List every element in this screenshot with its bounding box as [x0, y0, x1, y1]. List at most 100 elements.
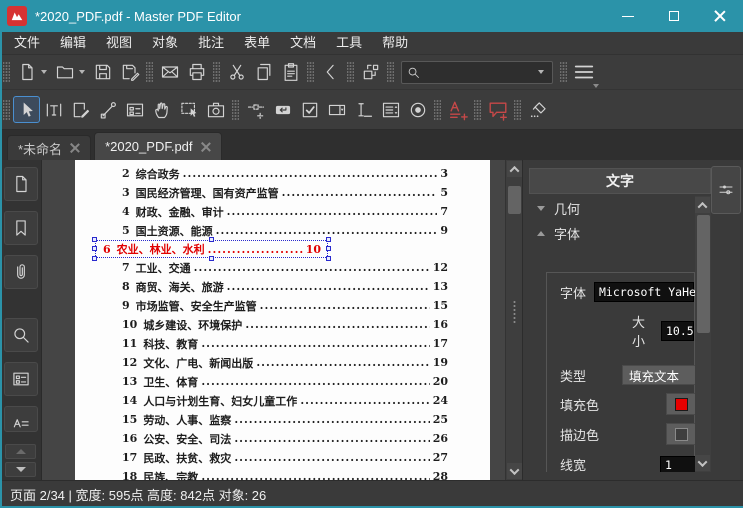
add-link-tool-button[interactable]: [242, 96, 269, 123]
open-document-dropdown-icon[interactable]: [79, 70, 85, 74]
tab-untitled[interactable]: *未命名: [7, 135, 92, 160]
toolbar-grip[interactable]: [347, 61, 354, 83]
toolbar-grip[interactable]: [307, 61, 314, 83]
toc-row[interactable]: 10 城乡建设、环境保护 16: [75, 315, 490, 334]
text-annotation-tool-button[interactable]: [444, 96, 471, 123]
font-name-field[interactable]: Microsoft YaHei: [594, 282, 695, 302]
toc-row[interactable]: 11 科技、教育 17: [75, 334, 490, 353]
checkbox-tool-button[interactable]: [296, 96, 323, 123]
menu-item[interactable]: 视图: [96, 32, 142, 54]
snapshot-tool-button[interactable]: [202, 96, 229, 123]
maximize-button[interactable]: [651, 0, 697, 32]
toc-row[interactable]: 12 文化、广电、新闻出版 19: [75, 353, 490, 372]
tab-close-icon[interactable]: [70, 143, 80, 153]
paste-button[interactable]: [277, 59, 304, 86]
panel-scrollbar[interactable]: [695, 196, 711, 472]
menu-item[interactable]: 文件: [4, 32, 50, 54]
edit-image-tool-button[interactable]: [67, 96, 94, 123]
menu-item[interactable]: 文档: [280, 32, 326, 54]
selection-handle[interactable]: [92, 237, 97, 242]
type-dropdown[interactable]: 填充文本: [622, 365, 695, 385]
save-as-button[interactable]: [116, 59, 143, 86]
eraser-tool-button[interactable]: [524, 96, 551, 123]
menu-item[interactable]: 帮助: [372, 32, 418, 54]
toc-row[interactable]: 17 民政、扶贫、救灾 27: [75, 448, 490, 467]
selection-handle[interactable]: [326, 256, 331, 261]
print-button[interactable]: [183, 59, 210, 86]
fill-color-swatch[interactable]: [666, 393, 695, 415]
exchange-pages-button[interactable]: [357, 59, 384, 86]
open-document-button[interactable]: [51, 59, 78, 86]
toc-row[interactable]: 15 劳动、人事、监察 25: [75, 410, 490, 429]
toolbar-grip[interactable]: [474, 98, 481, 121]
toc-row[interactable]: 5 国土资源、能源 9: [75, 221, 490, 240]
copy-button[interactable]: [250, 59, 277, 86]
toc-row[interactable]: 7 工业、交通 12: [75, 258, 490, 277]
hand-tool-button[interactable]: [148, 96, 175, 123]
panel-scrollbar-thumb[interactable]: [696, 215, 710, 333]
minimize-button[interactable]: [605, 0, 651, 32]
toc-row[interactable]: 4 财政、金融、审计 7: [75, 202, 490, 221]
selection-handle[interactable]: [92, 246, 97, 251]
scrollbar-up-button[interactable]: [507, 161, 522, 177]
toolbar-grip[interactable]: [434, 98, 441, 121]
line-width-field[interactable]: 1: [660, 455, 695, 472]
close-button[interactable]: [697, 0, 743, 32]
new-document-dropdown-icon[interactable]: [41, 70, 47, 74]
toolbar-grip[interactable]: [514, 98, 521, 121]
selection-handle[interactable]: [326, 246, 331, 251]
section-font[interactable]: 字体: [529, 221, 695, 246]
toc-row[interactable]: 6 农业、林业、水利 10: [92, 237, 331, 261]
panel-scroll-up-button[interactable]: [695, 197, 710, 213]
push-button-tool-button[interactable]: [269, 96, 296, 123]
scrollbar-thumb[interactable]: [508, 186, 521, 214]
toolbar-grip[interactable]: [232, 98, 239, 121]
tab-close-icon[interactable]: [201, 142, 211, 152]
combobox-tool-button[interactable]: [323, 96, 350, 123]
sidebar-scroll-down-button[interactable]: [5, 462, 36, 477]
main-menu-button[interactable]: [570, 59, 599, 88]
cut-button[interactable]: [223, 59, 250, 86]
selection-handle[interactable]: [326, 237, 331, 242]
panel-scroll-down-button[interactable]: [695, 455, 710, 471]
toc-row[interactable]: 14 人口与计划生育、妇女儿童工作 24: [75, 391, 490, 410]
scrollbar-down-button[interactable]: [507, 463, 522, 479]
font-size-field[interactable]: 10.5: [661, 321, 694, 341]
form-fields-button[interactable]: [4, 362, 38, 396]
menu-item[interactable]: 对象: [142, 32, 188, 54]
panel-settings-tab[interactable]: [711, 166, 741, 214]
document-view[interactable]: 2 综合政务 3: [43, 160, 505, 480]
stroke-color-swatch[interactable]: [666, 423, 695, 445]
search-input[interactable]: [421, 65, 537, 79]
menu-item[interactable]: 工具: [326, 32, 372, 54]
edit-text-tool-button[interactable]: [40, 96, 67, 123]
sidebar-scroll-up-button[interactable]: [5, 444, 36, 459]
send-mail-button[interactable]: [156, 59, 183, 86]
toc-row[interactable]: 3 国民经济管理、国有资产监管 5: [75, 183, 490, 202]
selection-handle[interactable]: [92, 256, 97, 261]
text-field-tool-button[interactable]: [350, 96, 377, 123]
menu-item[interactable]: 批注: [188, 32, 234, 54]
radio-button-tool-button[interactable]: [404, 96, 431, 123]
toc-row[interactable]: 18 民族、宗教 28: [75, 467, 490, 480]
tab-2020-pdf[interactable]: *2020_PDF.pdf: [94, 132, 222, 160]
toolbar-grip[interactable]: [3, 61, 10, 83]
save-button[interactable]: [89, 59, 116, 86]
search-panel-button[interactable]: [4, 318, 38, 352]
attachments-button[interactable]: [4, 255, 38, 289]
edit-form-tool-button[interactable]: [121, 96, 148, 123]
selection-handle[interactable]: [208, 256, 214, 261]
menu-item[interactable]: 表单: [234, 32, 280, 54]
toc-row[interactable]: 2 综合政务 3: [75, 164, 490, 183]
back-button[interactable]: [317, 59, 344, 86]
selection-handle[interactable]: [208, 237, 214, 242]
toolbar-grip[interactable]: [146, 61, 153, 83]
toolbar-grip[interactable]: [560, 61, 567, 83]
section-geometry[interactable]: 几何: [529, 196, 695, 221]
pdf-page[interactable]: 2 综合政务 3: [75, 160, 490, 480]
panel-splitter-handle[interactable]: [513, 300, 516, 324]
select-tool-button[interactable]: [13, 96, 40, 123]
toolbar-grip[interactable]: [387, 61, 394, 83]
select-region-tool-button[interactable]: [175, 96, 202, 123]
toc-row[interactable]: 8 商贸、海关、旅游 13: [75, 277, 490, 296]
